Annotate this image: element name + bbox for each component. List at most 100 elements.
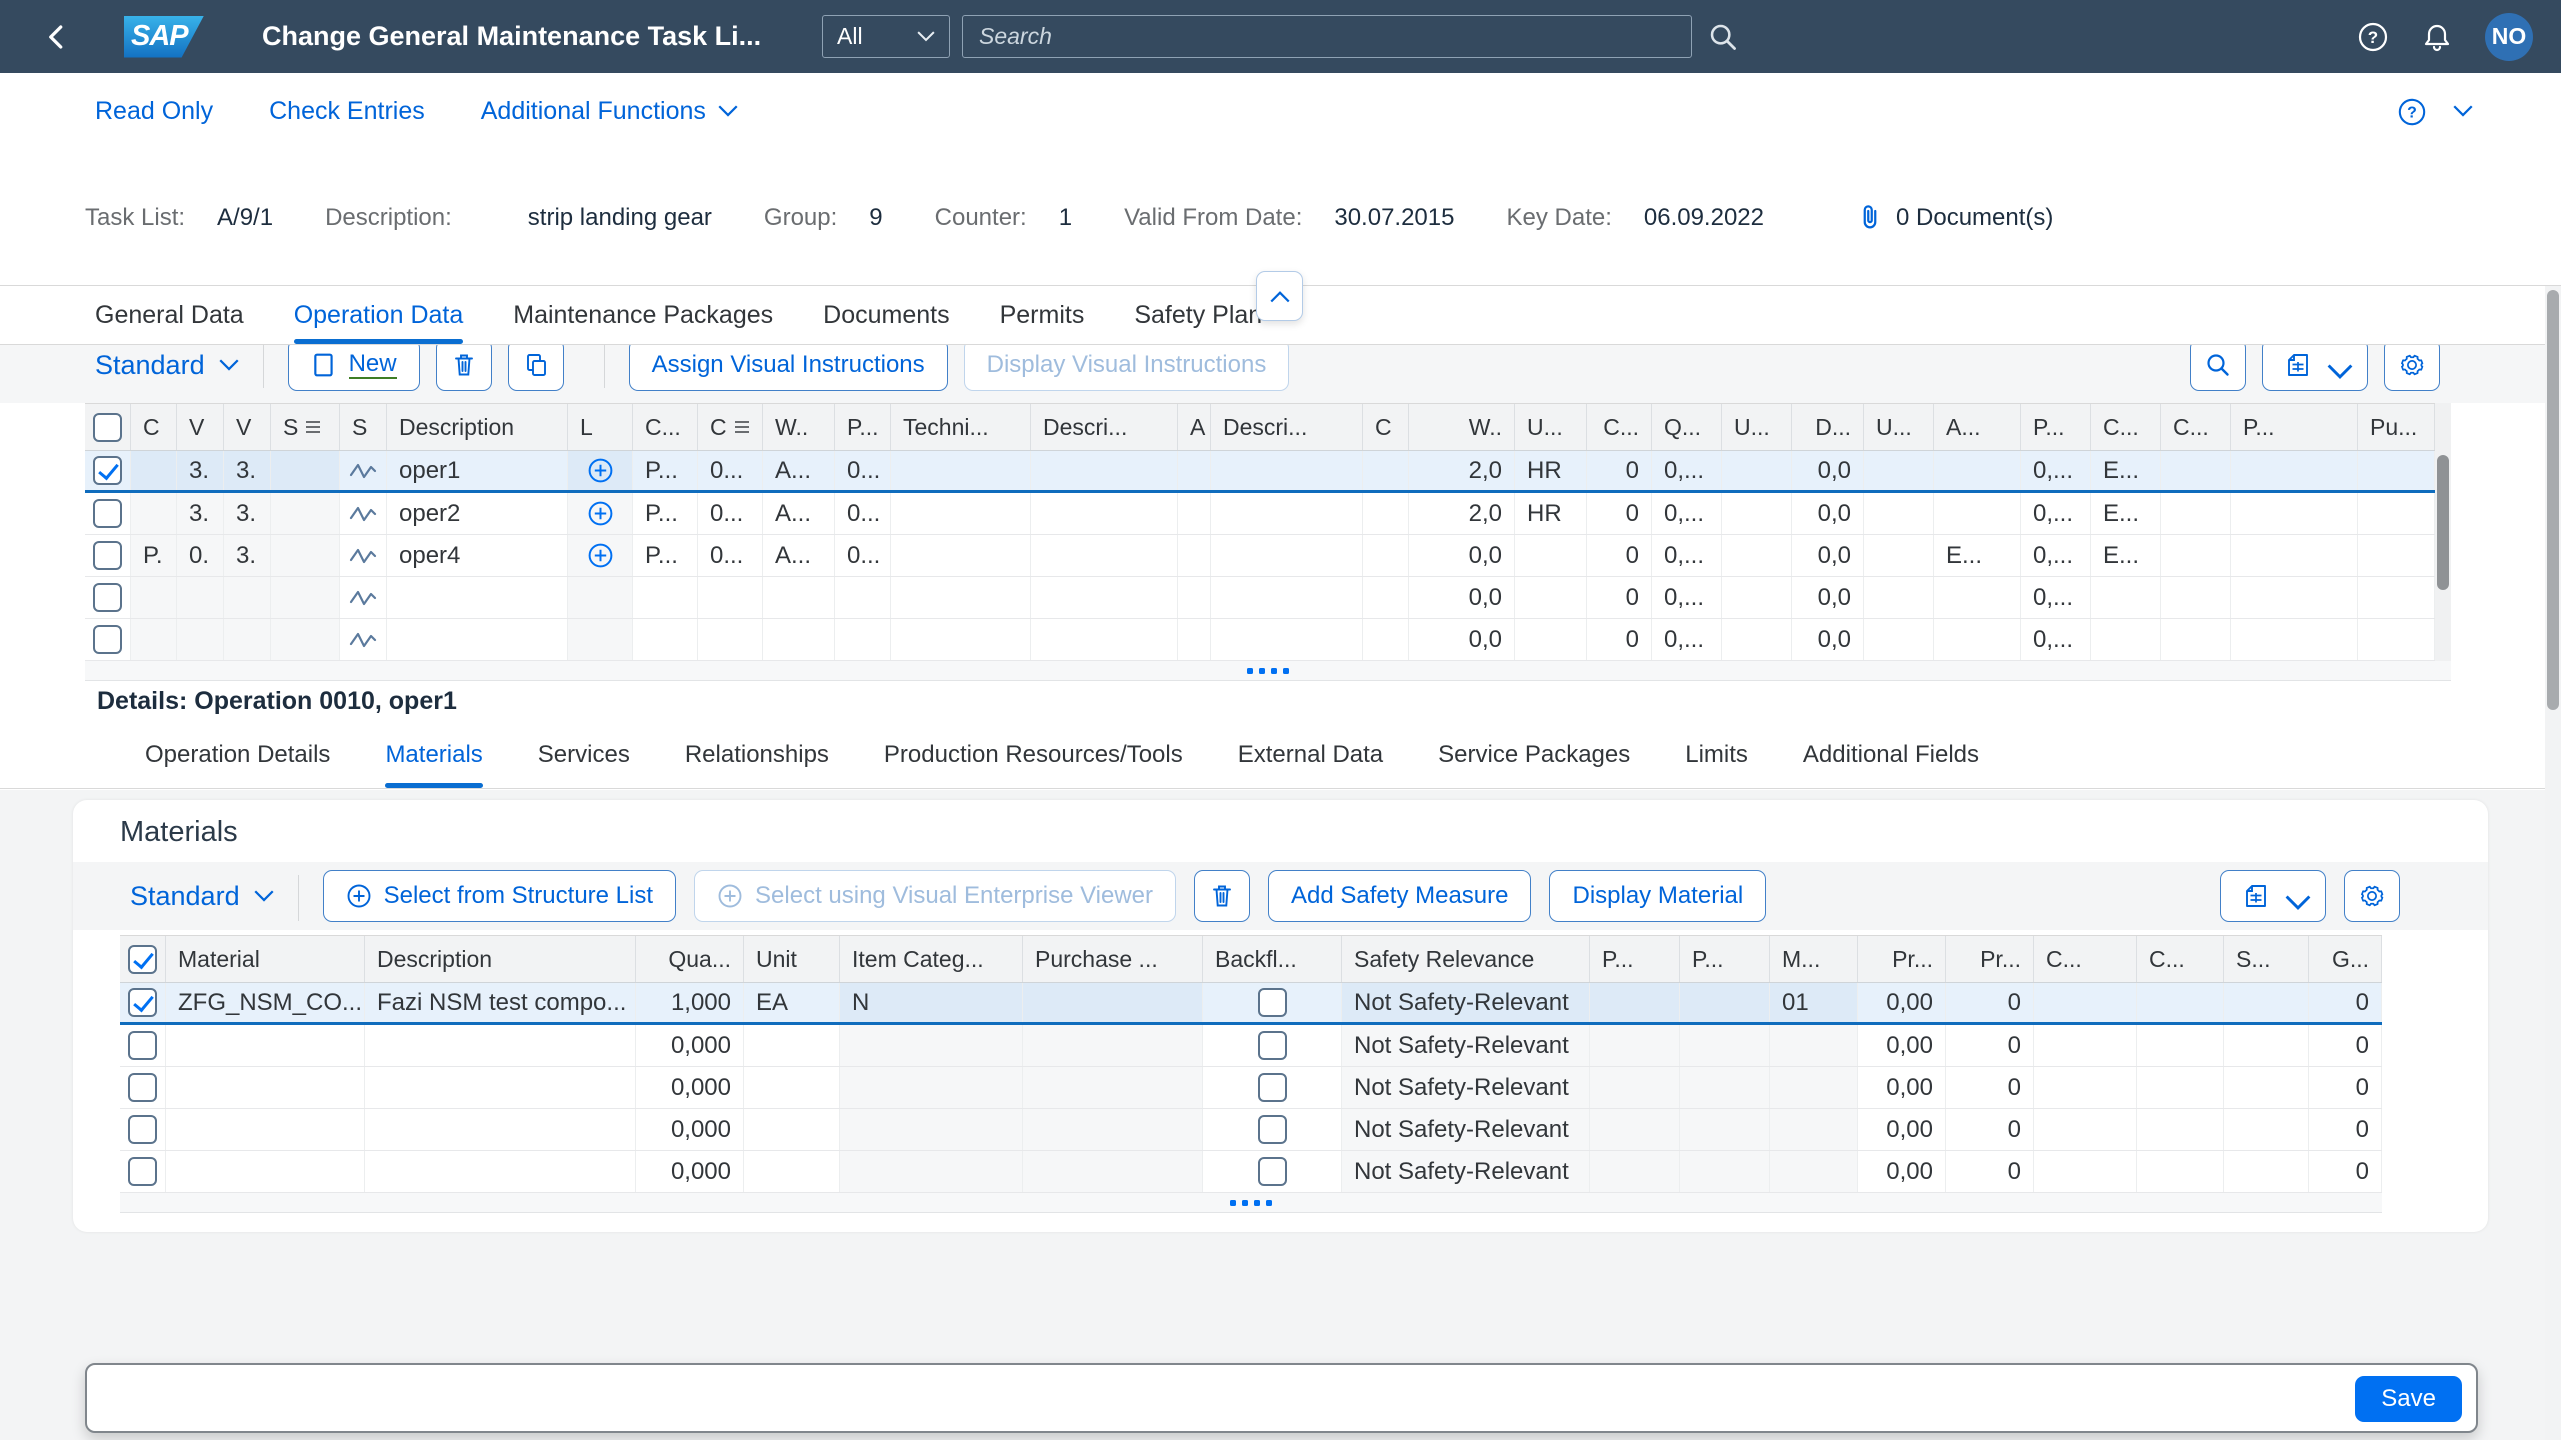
cell[interactable]: 0 xyxy=(2309,983,2382,1022)
column-header-p[interactable]: P... xyxy=(2021,404,2091,450)
cell[interactable] xyxy=(2231,619,2358,660)
cell[interactable] xyxy=(2224,1067,2309,1108)
materials-table-row[interactable]: 0,000Not Safety-Relevant0,0000 xyxy=(120,1025,2382,1067)
cell[interactable]: 0,0 xyxy=(1792,493,1864,534)
cell[interactable]: 0,0 xyxy=(1792,577,1864,618)
operations-table-row[interactable]: 0,000,...0,00,... xyxy=(85,619,2451,661)
column-header-d[interactable]: D... xyxy=(1792,404,1864,450)
column-header-c[interactable]: C... xyxy=(2137,936,2224,982)
tab-maintenance-packages[interactable]: Maintenance Packages xyxy=(513,286,773,344)
cell[interactable]: 0 xyxy=(1946,1109,2034,1150)
cell[interactable]: 0 xyxy=(1587,451,1652,490)
column-header-l[interactable]: L xyxy=(568,404,633,450)
cell[interactable] xyxy=(744,1109,840,1150)
cell[interactable]: A... xyxy=(763,451,835,490)
cell[interactable] xyxy=(1178,493,1211,534)
column-header-safetyrelevance[interactable]: Safety Relevance xyxy=(1342,936,1590,982)
row-select-checkbox[interactable] xyxy=(93,541,122,570)
cell[interactable] xyxy=(2034,1025,2137,1066)
column-header-c[interactable]: C... xyxy=(2161,404,2231,450)
column-header-descri[interactable]: Descri... xyxy=(1031,404,1178,450)
column-header-c[interactable]: C... xyxy=(2091,404,2161,450)
cell[interactable]: oper2 xyxy=(387,493,568,534)
column-header-c[interactable]: C... xyxy=(633,404,698,450)
column-header-c[interactable]: C xyxy=(131,404,177,450)
cell[interactable] xyxy=(2161,451,2231,490)
cell[interactable] xyxy=(2034,1151,2137,1192)
cell[interactable]: E... xyxy=(2091,493,2161,534)
cell[interactable]: E... xyxy=(1934,535,2021,576)
cell[interactable]: 0,000 xyxy=(636,1109,744,1150)
backflush-checkbox[interactable] xyxy=(1258,1157,1287,1186)
cell[interactable] xyxy=(2137,1067,2224,1108)
back-icon[interactable] xyxy=(42,22,72,52)
cell[interactable]: P... xyxy=(633,493,698,534)
backflush-cell[interactable] xyxy=(1203,1067,1342,1108)
materials-table-row[interactable]: 0,000Not Safety-Relevant0,0000 xyxy=(120,1067,2382,1109)
row-select-cell[interactable] xyxy=(120,1025,166,1066)
cell[interactable] xyxy=(1722,451,1792,490)
cell[interactable]: 0,0 xyxy=(1792,619,1864,660)
cell[interactable] xyxy=(1515,619,1587,660)
cell[interactable] xyxy=(2358,535,2435,576)
column-header-c[interactable]: C... xyxy=(2034,936,2137,982)
cell[interactable] xyxy=(166,1109,365,1150)
chevron-down-icon[interactable] xyxy=(2453,105,2473,118)
row-select-checkbox[interactable] xyxy=(128,1031,157,1060)
cell[interactable] xyxy=(1864,619,1934,660)
cell[interactable] xyxy=(2161,493,2231,534)
column-header-s[interactable]: S xyxy=(271,404,340,450)
backflush-checkbox[interactable] xyxy=(1258,1031,1287,1060)
column-header-unit[interactable]: Unit xyxy=(744,936,840,982)
operations-table-row[interactable]: 3.3.oper2P...0...A...0...2,0HR00,...0,00… xyxy=(85,493,2451,535)
copy-row-button[interactable] xyxy=(508,345,564,391)
context-help-icon[interactable]: ? xyxy=(2397,97,2427,127)
cell[interactable] xyxy=(1211,535,1363,576)
cell[interactable]: E... xyxy=(2091,451,2161,490)
backflush-checkbox[interactable] xyxy=(1258,988,1287,1017)
cell[interactable]: 0 xyxy=(1946,1151,2034,1192)
cell[interactable] xyxy=(2091,619,2161,660)
cell[interactable]: 0,... xyxy=(1652,577,1722,618)
cell[interactable]: 0,... xyxy=(2021,535,2091,576)
display-material-button[interactable]: Display Material xyxy=(1549,870,1766,922)
column-header-w[interactable]: W.. xyxy=(763,404,835,450)
cell[interactable]: 0 xyxy=(1946,1025,2034,1066)
window-scrollbar[interactable] xyxy=(2545,286,2561,1440)
cell[interactable] xyxy=(1722,619,1792,660)
column-header-w[interactable]: W.. xyxy=(1409,404,1515,450)
cell[interactable]: 0 xyxy=(2309,1025,2382,1066)
column-header-a[interactable]: A... xyxy=(1934,404,2021,450)
backflush-cell[interactable] xyxy=(1203,1109,1342,1150)
cell[interactable] xyxy=(1934,493,2021,534)
cell[interactable] xyxy=(698,577,763,618)
cell[interactable] xyxy=(2224,983,2309,1022)
cell[interactable] xyxy=(365,1151,636,1192)
tab-documents[interactable]: Documents xyxy=(823,286,949,344)
cell[interactable] xyxy=(1934,577,2021,618)
cell[interactable] xyxy=(633,619,698,660)
tab-operation-data[interactable]: Operation Data xyxy=(294,286,464,344)
row-select-cell[interactable] xyxy=(120,1151,166,1192)
cell[interactable]: 0 xyxy=(1587,535,1652,576)
search-scope-select[interactable]: All xyxy=(822,15,950,58)
cell[interactable]: 2,0 xyxy=(1409,451,1515,490)
row-select-cell[interactable] xyxy=(120,983,166,1022)
column-header-purchase[interactable]: Purchase ... xyxy=(1023,936,1203,982)
cell[interactable]: 0... xyxy=(698,451,763,490)
cell[interactable]: 0,0 xyxy=(1792,535,1864,576)
cell[interactable] xyxy=(1722,535,1792,576)
cell[interactable] xyxy=(1934,451,2021,490)
detail-tab-operation-details[interactable]: Operation Details xyxy=(145,722,330,788)
cell[interactable]: 0... xyxy=(835,535,891,576)
detail-tab-materials[interactable]: Materials xyxy=(385,722,482,788)
column-header-c[interactable]: C xyxy=(1363,404,1409,450)
detail-tab-production-resources-tools[interactable]: Production Resources/Tools xyxy=(884,722,1183,788)
operations-table-row[interactable]: P.0.3.oper4P...0...A...0...0,000,...0,0E… xyxy=(85,535,2451,577)
cell[interactable] xyxy=(633,577,698,618)
cell[interactable] xyxy=(2137,1025,2224,1066)
cell[interactable] xyxy=(2231,535,2358,576)
cell[interactable] xyxy=(365,1025,636,1066)
cell[interactable]: 0... xyxy=(698,493,763,534)
cell[interactable]: 0,... xyxy=(1652,619,1722,660)
